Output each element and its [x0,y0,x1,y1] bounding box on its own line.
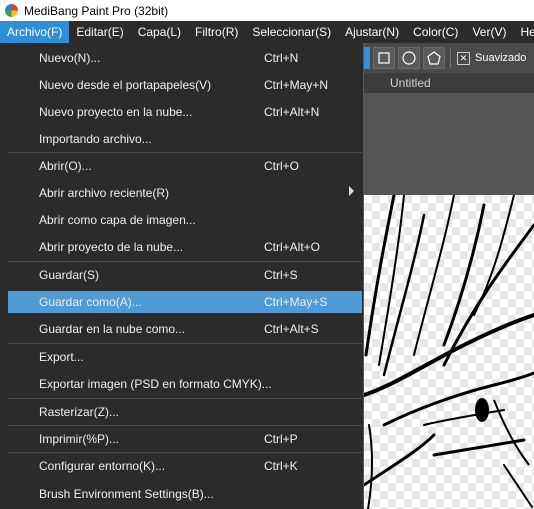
menu-item-rasterizar[interactable]: Rasterizar(Z)... [8,401,362,423]
menu-item-label: Nuevo proyecto en la nube... [39,105,193,119]
menu-item-abrir[interactable]: Abrir(O)... Ctrl+O [8,155,362,177]
menu-separator [8,343,362,344]
menu-archivo[interactable]: Archivo(F) [0,21,70,43]
menu-item-label: Abrir archivo reciente(R) [39,186,170,200]
menu-item-shortcut: Ctrl+Alt+N [264,105,320,119]
menu-item-export[interactable]: Export... [8,346,362,368]
menu-item-shortcut: Ctrl+K [264,459,298,473]
menu-item-label: Brush Environment Settings(B)... [39,487,214,501]
menu-item-label: Guardar(S) [39,268,100,282]
smoothing-label: Suavizado [475,52,527,64]
toolbar-divider [450,48,451,68]
menu-item-label: Rasterizar(Z)... [39,405,120,419]
menu-item-label: Abrir(O)... [39,159,92,173]
tool-indicator [364,47,370,69]
app-logo-icon [5,4,18,17]
menu-item-nuevo-portapapeles[interactable]: Nuevo desde el portapapeles(V) Ctrl+May+… [8,74,362,96]
menu-separator [8,261,362,262]
menu-item-label: Importando archivo... [39,132,152,146]
rect-select-button[interactable] [373,47,395,69]
menu-help[interactable]: He [513,21,534,43]
menu-filtro[interactable]: Filtro(R) [188,21,245,43]
menu-item-label: Guardar en la nube como... [39,322,186,336]
menu-ver[interactable]: Ver(V) [465,21,513,43]
line-art-drawing [364,195,534,509]
menu-separator [8,452,362,453]
title-bar: MediBang Paint Pro (32bit) [0,0,534,21]
file-dropdown-menu: Nuevo(N)... Ctrl+N Nuevo desde el portap… [0,43,364,509]
menu-bar: Archivo(F) Editar(E) Capa(L) Filtro(R) S… [0,21,534,43]
menu-item-label: Nuevo(N)... [39,51,101,65]
menu-item-label: Abrir proyecto de la nube... [39,240,184,254]
menu-item-nuevo[interactable]: Nuevo(N)... Ctrl+N [8,47,362,69]
menu-item-label: Exportar imagen (PSD en formato CMYK)... [39,377,272,391]
menu-separator [8,425,362,426]
pentagon-icon [427,51,441,65]
menu-item-configurar-entorno[interactable]: Configurar entorno(K)... Ctrl+K [8,455,362,477]
menu-seleccionar[interactable]: Seleccionar(S) [245,21,338,43]
menu-item-shortcut: Ctrl+N [264,51,299,65]
menu-item-shortcut: Ctrl+May+N [264,78,329,92]
menu-item-nuevo-nube[interactable]: Nuevo proyecto en la nube... Ctrl+Alt+N [8,101,362,123]
menu-editar[interactable]: Editar(E) [69,21,130,43]
menu-item-exportar-cmyk[interactable]: Exportar imagen (PSD en formato CMYK)... [8,373,362,395]
menu-item-shortcut: Ctrl+P [264,432,298,446]
window-title: MediBang Paint Pro (32bit) [24,3,169,18]
menu-item-label: Abrir como capa de imagen... [39,213,196,227]
menu-item-guardar-nube[interactable]: Guardar en la nube como... Ctrl+Alt+S [8,318,362,340]
menu-item-guardar-como[interactable]: Guardar como(A)... Ctrl+May+S [8,291,362,313]
selection-toolbar: ✕ Suavizado [364,43,534,73]
smoothing-checkbox[interactable]: ✕ [457,51,470,65]
menu-item-shortcut: Ctrl+Alt+O [264,240,321,254]
menu-item-shortcut: Ctrl+O [264,159,300,173]
rectangle-icon [378,52,390,64]
menu-separator [8,152,362,153]
menu-item-abrir-reciente[interactable]: Abrir archivo reciente(R) [8,182,362,204]
menu-capa[interactable]: Capa(L) [131,21,188,43]
menu-item-label: Export... [39,350,84,364]
menu-item-abrir-nube[interactable]: Abrir proyecto de la nube... Ctrl+Alt+O [8,236,362,258]
menu-item-importando[interactable]: Importando archivo... [8,128,362,150]
drawing-canvas[interactable] [364,195,534,509]
menu-ajustar[interactable]: Ajustar(N) [338,21,406,43]
menu-item-label: Imprimir(%P)... [39,432,119,446]
menu-item-label: Configurar entorno(K)... [39,459,166,473]
menu-item-abrir-capa[interactable]: Abrir como capa de imagen... [8,209,362,231]
tab-untitled[interactable]: Untitled [390,76,431,90]
menu-item-brush-settings[interactable]: Brush Environment Settings(B)... [8,483,362,505]
ellipse-select-button[interactable] [398,47,420,69]
menu-item-imprimir[interactable]: Imprimir(%P)... Ctrl+P [8,428,362,450]
menu-item-label: Guardar como(A)... [39,295,142,309]
menu-item-shortcut: Ctrl+S [264,268,298,282]
menu-separator [8,398,362,399]
polygon-select-button[interactable] [423,47,445,69]
circle-icon [402,51,416,65]
menu-item-guardar[interactable]: Guardar(S) Ctrl+S [8,264,362,286]
menu-item-shortcut: Ctrl+Alt+S [264,322,319,336]
menu-item-label: Nuevo desde el portapapeles(V) [39,78,212,92]
menu-item-shortcut: Ctrl+May+S [264,295,328,309]
submenu-arrow-icon [349,186,354,196]
workspace-area [364,93,534,195]
menu-color[interactable]: Color(C) [406,21,465,43]
document-tab-bar: Untitled [364,73,534,93]
